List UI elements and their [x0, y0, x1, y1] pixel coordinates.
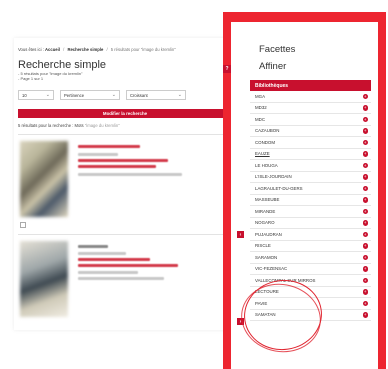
order-value: Croissant: [130, 92, 148, 98]
breadcrumb-current: 5 résultats pour "image du kremlin": [110, 47, 176, 52]
plus-circle-icon[interactable]: +: [362, 162, 368, 168]
library-facet-item[interactable]: MIRANDE +: [250, 206, 371, 218]
library-facet-label[interactable]: L'ISLE-JOURDAIN: [255, 174, 292, 179]
plus-circle-icon[interactable]: +: [362, 93, 368, 99]
sort-controls: 10 ⌄ Pertinence ⌄ Croissant ⌄: [18, 90, 186, 100]
library-facet-item[interactable]: CONDOM +: [250, 137, 371, 149]
result-summary: - 5 résultats pour "image du kremlin" - …: [18, 71, 82, 81]
chevron-down-icon: ⌄: [45, 92, 50, 98]
library-facet-label[interactable]: MASSEUBE: [255, 197, 279, 202]
library-facet-label[interactable]: NOGARO: [255, 220, 275, 225]
library-facet-item[interactable]: MASSEUBE +: [250, 195, 371, 206]
plus-circle-icon[interactable]: +: [362, 185, 368, 191]
library-facet-item[interactable]: L'ISLE-JOURDAIN +: [250, 172, 371, 183]
plus-circle-icon[interactable]: +: [362, 208, 368, 214]
prev-arrow-icon[interactable]: ‹: [237, 231, 244, 238]
result-detail-blurred: [78, 173, 182, 176]
help-icon[interactable]: ?: [223, 65, 231, 73]
library-facet-label[interactable]: MGA: [255, 94, 265, 99]
result-item[interactable]: [18, 234, 232, 334]
result-title-blurred[interactable]: [78, 145, 140, 148]
library-facet-item[interactable]: MGA +: [250, 91, 371, 103]
result-detail-blurred: [78, 271, 138, 274]
plus-circle-icon[interactable]: +: [362, 312, 368, 318]
result-select-checkbox[interactable]: [20, 222, 26, 228]
library-facet-label[interactable]: RISCLE: [255, 243, 271, 248]
library-facet-item[interactable]: VIC-FEZENSAC +: [250, 264, 371, 275]
library-facet-item[interactable]: LE HOUGA +: [250, 160, 371, 172]
breadcrumb: Vous êtes ici : Accueil / Recherche simp…: [18, 47, 176, 52]
library-facet-label[interactable]: VIC-FEZENSAC: [255, 266, 287, 271]
library-facet-label[interactable]: EAUZE: [255, 151, 270, 156]
breadcrumb-separator: /: [63, 47, 65, 52]
breadcrumb-home-link[interactable]: Accueil: [45, 47, 60, 52]
library-facet-label[interactable]: CONDOM: [255, 140, 275, 145]
library-facet-label[interactable]: PUJAUDRAN: [255, 232, 282, 237]
plus-circle-icon[interactable]: +: [362, 174, 368, 180]
result-detail-blurred: [78, 277, 164, 280]
plus-circle-icon[interactable]: +: [362, 231, 368, 237]
results-card: Vous êtes ici : Accueil / Recherche simp…: [14, 38, 236, 330]
result-item[interactable]: [18, 134, 232, 234]
result-meta-blurred: [78, 252, 126, 255]
result-detail-blurred: [78, 159, 168, 162]
plus-circle-icon[interactable]: +: [362, 116, 368, 122]
library-facet-item[interactable]: LAGRAULET-DU-GERS +: [250, 183, 371, 195]
plus-circle-icon[interactable]: +: [362, 105, 368, 111]
plus-circle-icon[interactable]: +: [362, 220, 368, 226]
refine-heading: Affiner: [259, 61, 287, 72]
results-info: 5 résultats pour la recherche : Mots "im…: [18, 123, 120, 128]
library-facet-label[interactable]: LE HOUGA: [255, 163, 278, 168]
breadcrumb-parent-link[interactable]: Recherche simple: [67, 47, 103, 52]
library-facet-label[interactable]: MIRANDE: [255, 209, 275, 214]
library-facet-item[interactable]: MDC +: [250, 114, 371, 126]
library-facet-label[interactable]: MDC: [255, 117, 265, 122]
result-title-blurred[interactable]: [78, 245, 108, 248]
plus-circle-icon[interactable]: +: [362, 277, 368, 283]
library-facet-label[interactable]: CAZAUBON: [255, 128, 279, 133]
results-query: "image du kremlin": [84, 123, 120, 128]
chevron-down-icon: ⌄: [111, 92, 116, 98]
result-meta-blurred: [78, 153, 118, 156]
breadcrumb-prefix: Vous êtes ici :: [18, 47, 44, 52]
plus-circle-icon[interactable]: +: [362, 197, 368, 203]
result-thumbnail[interactable]: [20, 241, 68, 317]
result-detail-blurred: [78, 165, 156, 168]
results-label: 5 résultats pour la recherche : Mots: [18, 123, 84, 128]
chevron-down-icon: ⌄: [177, 92, 182, 98]
page-title: Recherche simple: [18, 59, 107, 71]
plus-circle-icon[interactable]: +: [362, 243, 368, 249]
result-thumbnail[interactable]: [20, 141, 68, 217]
plus-circle-icon[interactable]: +: [362, 151, 368, 157]
plus-circle-icon[interactable]: +: [362, 266, 368, 272]
library-facet-item[interactable]: NOGARO +: [250, 218, 371, 229]
library-facet-item[interactable]: PUJAUDRAN +: [250, 229, 371, 241]
plus-circle-icon[interactable]: +: [362, 128, 368, 134]
breadcrumb-separator: /: [106, 47, 108, 52]
libraries-facet-header[interactable]: Bibliothèques: [250, 80, 371, 91]
modify-search-button[interactable]: Modifier la recherche: [18, 109, 232, 118]
plus-circle-icon[interactable]: +: [362, 139, 368, 145]
page-info: - Page 1 sur 1: [18, 76, 44, 81]
per-page-select[interactable]: 10 ⌄: [18, 90, 54, 100]
library-facet-item[interactable]: CAZAUBON +: [250, 126, 371, 137]
sort-by-select[interactable]: Pertinence ⌄: [60, 90, 120, 100]
library-facet-item[interactable]: MD32 +: [250, 103, 371, 114]
library-facet-label[interactable]: SARAMON: [255, 255, 277, 260]
facets-heading: Facettes: [259, 44, 296, 55]
sort-by-value: Pertinence: [64, 92, 85, 98]
library-facet-item[interactable]: EAUZE +: [250, 149, 371, 160]
per-page-value: 10: [22, 92, 27, 98]
library-facet-label[interactable]: LAGRAULET-DU-GERS: [255, 186, 303, 191]
library-facet-item[interactable]: SARAMON +: [250, 252, 371, 264]
plus-circle-icon[interactable]: +: [362, 300, 368, 306]
order-select[interactable]: Croissant ⌄: [126, 90, 186, 100]
plus-circle-icon[interactable]: +: [362, 254, 368, 260]
library-facet-item[interactable]: RISCLE +: [250, 241, 371, 252]
plus-circle-icon[interactable]: +: [362, 289, 368, 295]
result-detail-blurred: [78, 264, 178, 267]
search-results-pane: Vous êtes ici : Accueil / Recherche simp…: [0, 0, 240, 369]
result-detail-blurred: [78, 258, 150, 261]
library-facet-label[interactable]: MD32: [255, 105, 267, 110]
